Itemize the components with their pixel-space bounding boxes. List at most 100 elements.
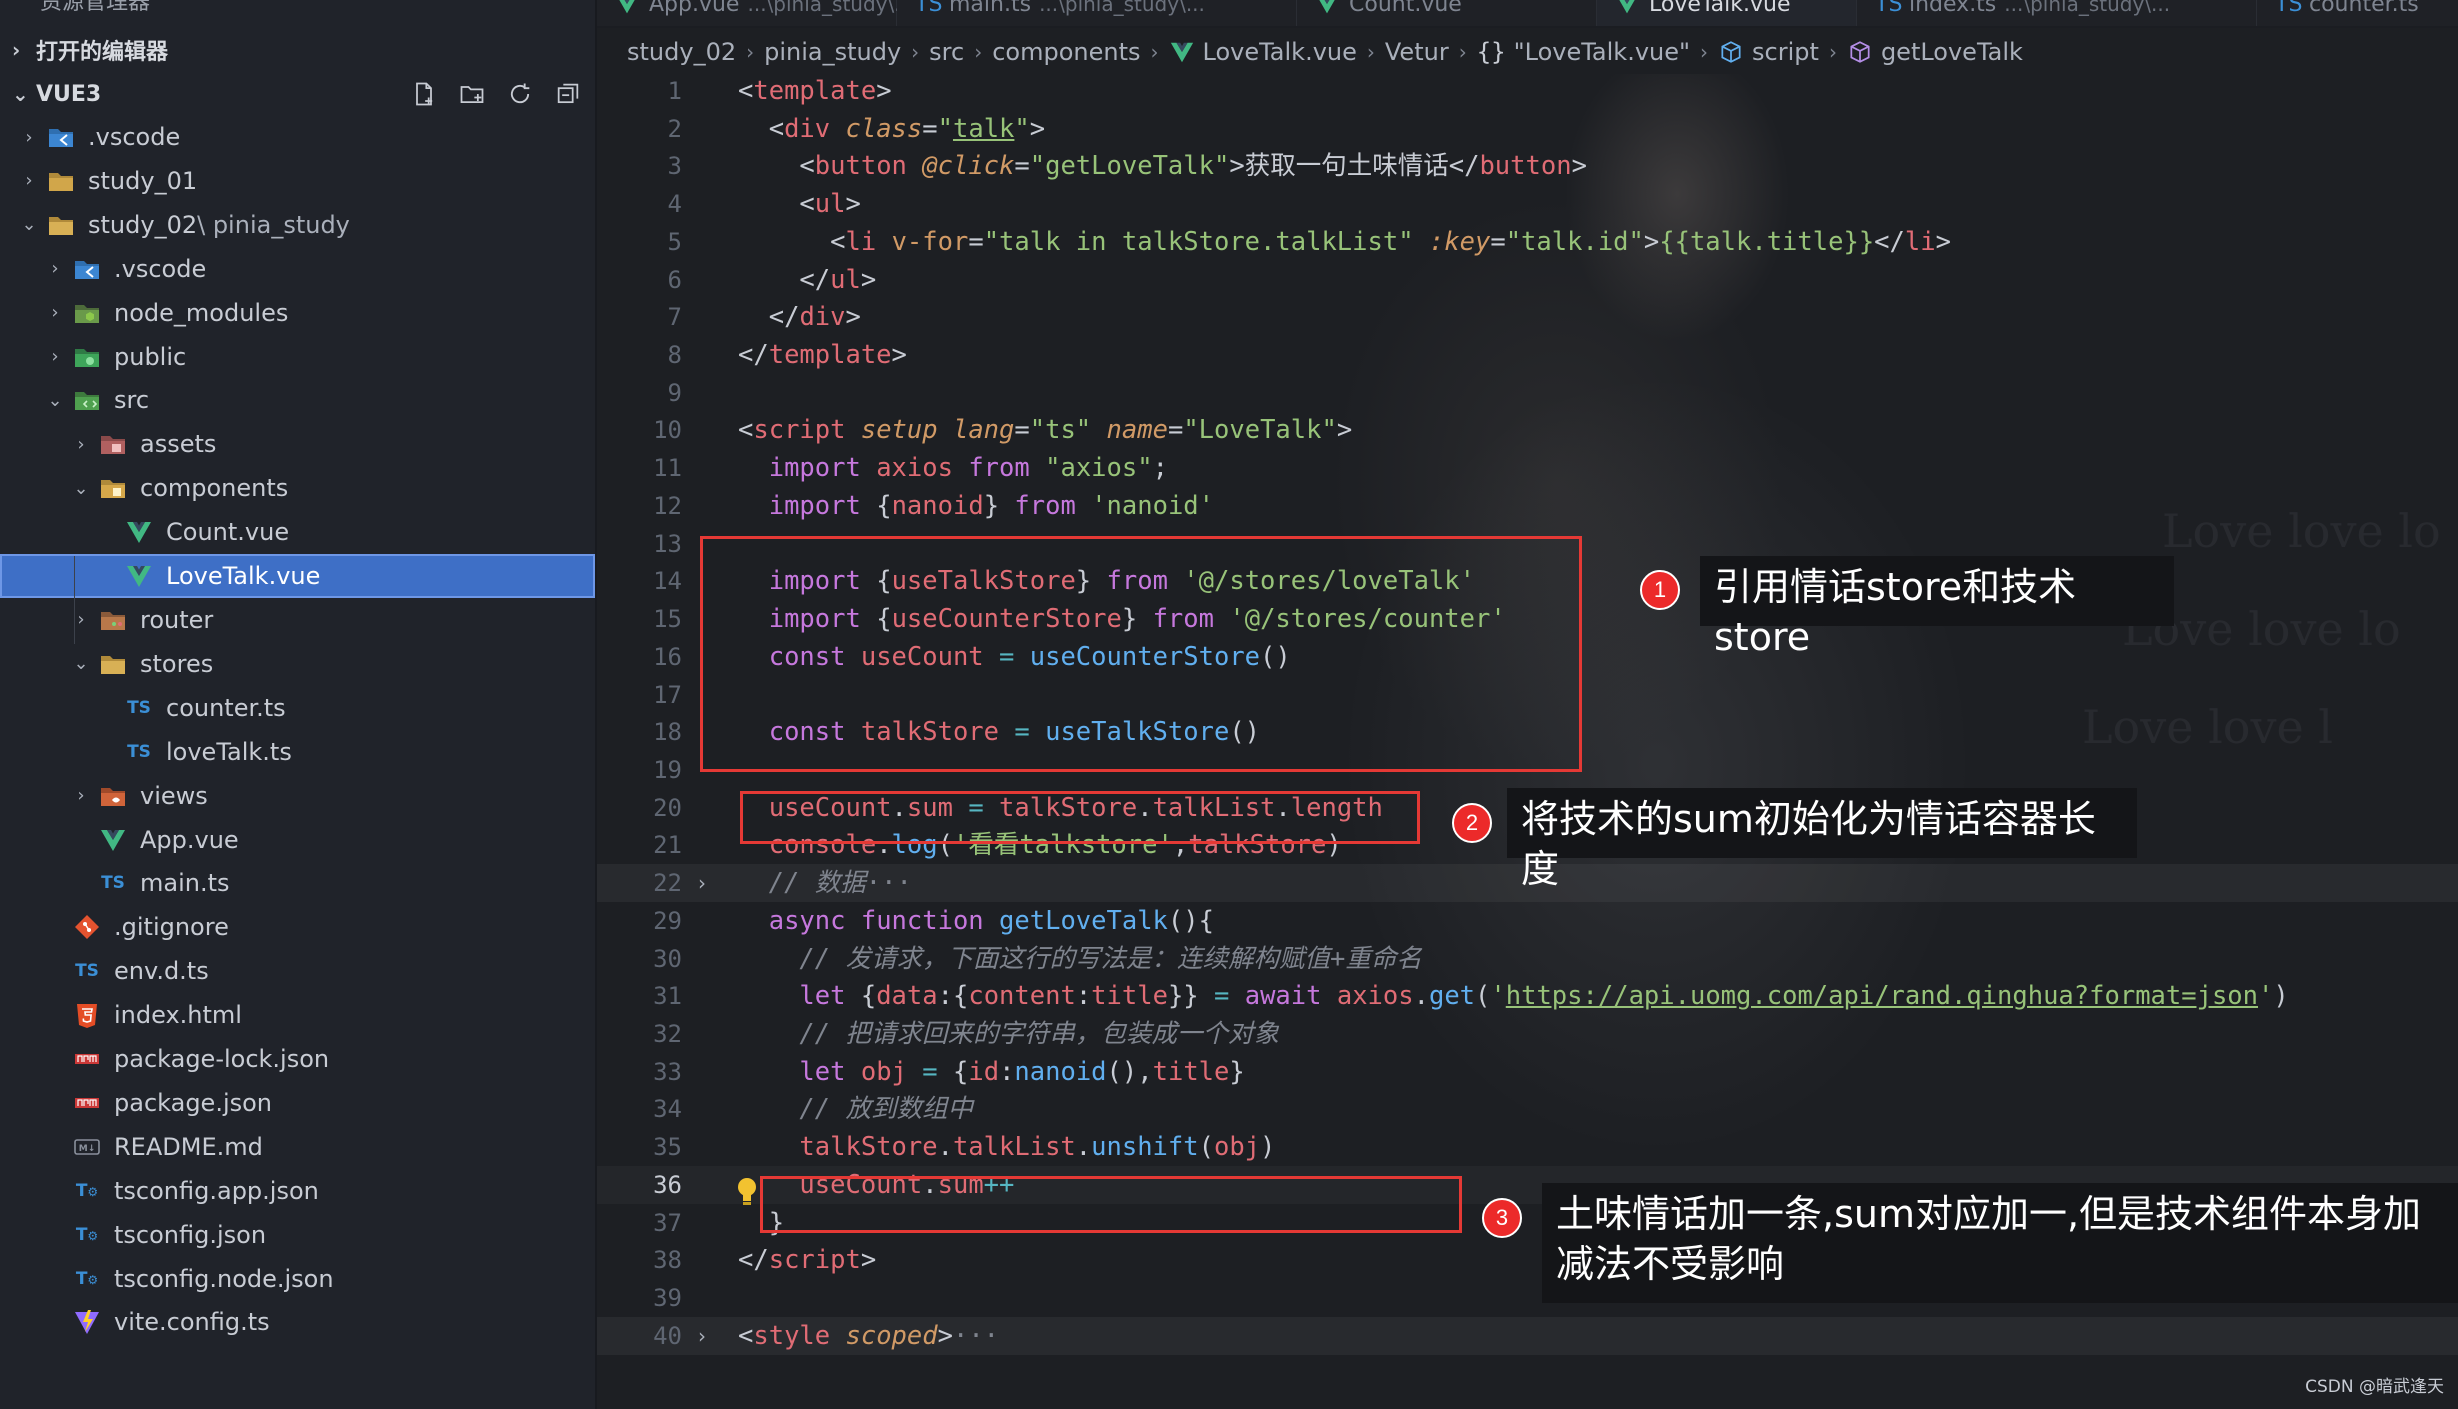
breadcrumb-item[interactable]: {} "LoveTalk.vue": [1477, 38, 1690, 66]
lightbulb-icon[interactable]: [734, 1176, 760, 1208]
fold-chevron-icon[interactable]: ›: [682, 1324, 722, 1348]
code-line[interactable]: 18 const talkStore = useTalkStore(): [597, 713, 2458, 751]
code-line[interactable]: 12 import {nanoid} from 'nanoid': [597, 487, 2458, 525]
line-number: 14: [653, 567, 682, 596]
chevron-down-icon: ⌄: [21, 214, 37, 236]
tree-item-tsconfig-node-json[interactable]: T⚙ tsconfig.node.json: [0, 1257, 595, 1301]
code-line[interactable]: 11 import axios from "axios";: [597, 449, 2458, 487]
tree-item-readme-md[interactable]: M↓ README.md: [0, 1125, 595, 1169]
tree-item-study-02[interactable]: ⌄ study_02 \ pinia_study: [0, 203, 595, 247]
tree-item-label: public: [114, 342, 187, 371]
tree-item-package-json[interactable]: package.json: [0, 1081, 595, 1125]
code-line[interactable]: 16 const useCount = useCounterStore(): [597, 638, 2458, 676]
code-line[interactable]: 6 </ul>: [597, 261, 2458, 299]
tree-item-vscode[interactable]: › .vscode: [0, 115, 595, 159]
code-line[interactable]: 30 // 发请求，下面这行的写法是：连续解构赋值+重命名: [597, 940, 2458, 978]
tree-item-package-lock-json[interactable]: package-lock.json: [0, 1037, 595, 1081]
tree-item-lovetalk-ts[interactable]: TS loveTalk.ts: [0, 730, 595, 774]
code-line[interactable]: 10 <script setup lang="ts" name="LoveTalk…: [597, 411, 2458, 449]
tree-item-gitignore[interactable]: .gitignore: [0, 905, 595, 949]
code-line[interactable]: 31 let {data:{content:title}} = await ax…: [597, 977, 2458, 1015]
code-line[interactable]: 29 async function getLoveTalk(){: [597, 902, 2458, 940]
breadcrumb-item[interactable]: pinia_study: [764, 38, 901, 66]
line-number: 1: [667, 77, 682, 105]
tree-item-stores[interactable]: ⌄ stores: [0, 642, 595, 686]
tree-item-router[interactable]: › router: [0, 598, 595, 642]
tree-item-study-01[interactable]: › study_01: [0, 159, 595, 203]
line-number: 2: [667, 114, 682, 143]
tree-item-src[interactable]: ⌄ src: [0, 378, 595, 422]
node-folder-icon: [72, 298, 102, 328]
tree-item-vite-config-ts[interactable]: vite.config.ts: [0, 1300, 595, 1344]
tree-item-counter-ts[interactable]: TS counter.ts: [0, 686, 595, 730]
tab-count-vue[interactable]: Count.vue: [1297, 0, 1597, 26]
chevron-right-icon: ›: [1828, 40, 1837, 64]
breadcrumb-item[interactable]: components: [992, 38, 1140, 66]
code-line[interactable]: 19: [597, 751, 2458, 789]
code-line[interactable]: 34 // 放到数组中: [597, 1090, 2458, 1128]
tree-item-tsconfig-app-json[interactable]: T⚙ tsconfig.app.json: [0, 1169, 595, 1213]
annotation-callout-1: 引用情话store和技术store: [1700, 556, 2174, 659]
tab-app-vue[interactable]: App.vue ...\pinia_study\...: [597, 0, 913, 26]
tab-index-ts[interactable]: TS index.ts ...\pinia_study\...: [1857, 0, 2257, 26]
code-line[interactable]: 33 let obj = {id:nanoid(),title}: [597, 1053, 2458, 1091]
fold-chevron-icon[interactable]: ›: [682, 871, 722, 895]
breadcrumb-item[interactable]: src: [929, 38, 964, 66]
code-line[interactable]: 8 </template>: [597, 336, 2458, 374]
tree-item-public[interactable]: › public: [0, 335, 595, 379]
tab-lovetalk-vue[interactable]: LoveTalk.vue: [1597, 0, 1857, 26]
line-number: 4: [667, 190, 682, 219]
chevron-right-icon: ›: [911, 40, 920, 64]
code-line[interactable]: 9: [597, 374, 2458, 412]
breadcrumb-item[interactable]: script: [1718, 38, 1819, 66]
breadcrumb-item[interactable]: study_02: [627, 38, 736, 66]
tree-item-env-d-ts[interactable]: TS env.d.ts: [0, 949, 595, 993]
code-text: <script setup lang="ts" name="LoveTalk">: [738, 415, 1353, 446]
breadcrumb-item[interactable]: getLoveTalk: [1847, 38, 2023, 66]
code-text: <style scoped>···: [738, 1320, 1000, 1351]
code-text: // 发请求，下面这行的写法是：连续解构赋值+重命名: [799, 943, 1422, 974]
tab-counter-ts[interactable]: TS counter.ts: [2257, 0, 2458, 26]
tree-item-node-modules[interactable]: › node_modules: [0, 291, 595, 335]
breadcrumb-item[interactable]: Vetur: [1385, 38, 1449, 66]
tab-main-ts[interactable]: TS main.ts ...\pinia_study\...: [897, 0, 1297, 26]
code-line[interactable]: 35 talkStore.talkList.unshift(obj): [597, 1128, 2458, 1166]
new-file-icon[interactable]: [407, 78, 441, 110]
workspace-section[interactable]: ⌄ VUE3: [0, 72, 595, 116]
tree-item-vscode[interactable]: › .vscode: [0, 247, 595, 291]
code-line[interactable]: 17: [597, 676, 2458, 714]
tree-item-lovetalk-vue[interactable]: LoveTalk.vue: [0, 554, 595, 599]
tree-item-app-vue[interactable]: App.vue: [0, 818, 595, 862]
tree-item-main-ts[interactable]: TS main.ts: [0, 861, 595, 905]
code-line[interactable]: 5 <li v-for="talk in talkStore.talkList"…: [597, 223, 2458, 261]
tree-item-components[interactable]: ⌄ components: [0, 466, 595, 510]
code-line[interactable]: 13: [597, 525, 2458, 563]
refresh-icon[interactable]: [503, 78, 537, 110]
code-line[interactable]: 2 <div class="talk">: [597, 110, 2458, 148]
line-number: 17: [653, 680, 682, 709]
open-editors-section[interactable]: › 打开的编辑器: [0, 28, 595, 72]
code-line[interactable]: 4 <ul>: [597, 185, 2458, 223]
line-number: 29: [653, 906, 682, 935]
code-line[interactable]: 1 <template>: [597, 74, 2458, 110]
tree-item-tsconfig-json[interactable]: T⚙ tsconfig.json: [0, 1213, 595, 1257]
collapse-all-icon[interactable]: [551, 78, 585, 110]
code-line[interactable]: 40 › <style scoped>···: [597, 1316, 2458, 1355]
breadcrumb-label: study_02: [627, 38, 737, 66]
tree-item-count-vue[interactable]: Count.vue: [0, 510, 595, 554]
tree-item-assets[interactable]: › assets: [0, 422, 595, 466]
code-line[interactable]: 3 <button @click="getLoveTalk">获取一句土味情话<…: [597, 147, 2458, 185]
editor-tab-bar: App.vue ...\pinia_study\... TS main.ts ...\p…: [597, 0, 2458, 28]
new-folder-icon[interactable]: [455, 78, 489, 110]
code-line[interactable]: 32 // 把请求回来的字符串，包装成一个对象: [597, 1015, 2458, 1053]
tree-item-index-html[interactable]: index.html: [0, 993, 595, 1037]
code-line[interactable]: 15 import {useCounterStore} from '@/stor…: [597, 600, 2458, 638]
code-line[interactable]: 7 </div>: [597, 298, 2458, 336]
vue-file-icon: [98, 825, 128, 855]
tree-item-views[interactable]: › views: [0, 774, 595, 818]
breadcrumb-item[interactable]: LoveTalk.vue: [1169, 38, 1357, 66]
tree-item-label: .vscode: [88, 123, 181, 151]
breadcrumb-label: pinia_study: [764, 38, 902, 66]
tab-path: ...\pinia_study\...: [2004, 0, 2171, 16]
code-line[interactable]: 14 import {useTalkStore} from '@/stores/…: [597, 562, 2458, 600]
